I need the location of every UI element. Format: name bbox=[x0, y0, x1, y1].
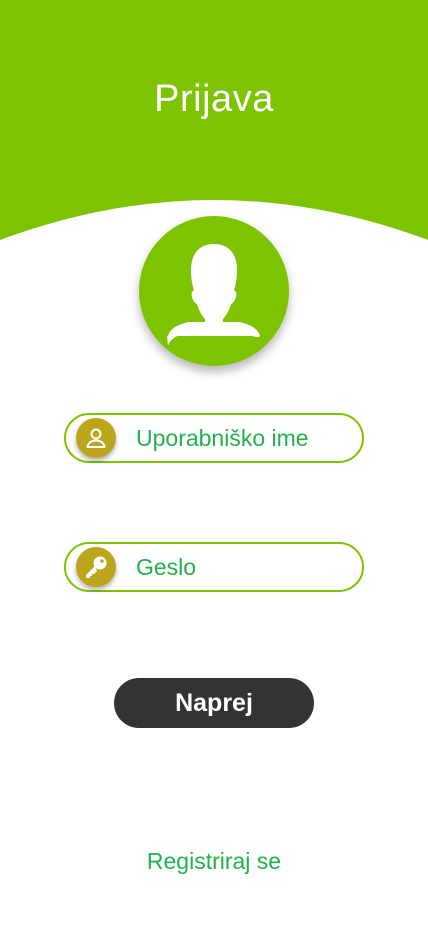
next-button[interactable]: Naprej bbox=[114, 678, 314, 728]
user-silhouette-icon bbox=[167, 244, 261, 346]
password-input[interactable] bbox=[136, 544, 351, 590]
username-input[interactable] bbox=[136, 415, 351, 461]
key-icon bbox=[76, 547, 116, 587]
person-icon bbox=[76, 418, 116, 458]
header-background bbox=[0, 0, 428, 240]
password-field[interactable] bbox=[64, 542, 364, 592]
register-link[interactable]: Registriraj se bbox=[0, 848, 428, 875]
avatar bbox=[139, 216, 289, 366]
page-title: Prijava bbox=[154, 78, 274, 120]
username-field[interactable] bbox=[64, 413, 364, 463]
login-screen: Prijava Naprej Registriraj se bbox=[0, 0, 428, 926]
